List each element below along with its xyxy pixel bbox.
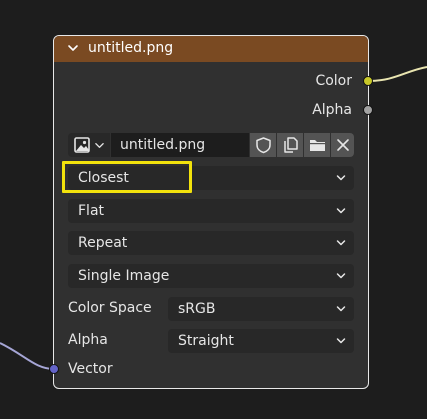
chevron-down-icon [336, 208, 346, 214]
source-value: Single Image [78, 268, 170, 284]
alpha-output-label: Alpha [312, 102, 352, 118]
alpha-output-socket[interactable] [363, 105, 373, 115]
color-output-wire [367, 66, 427, 82]
duplicate-button[interactable] [277, 133, 303, 157]
node-title: untitled.png [88, 40, 174, 56]
node-header[interactable]: untitled.png [54, 36, 368, 62]
image-browse-button[interactable] [68, 133, 110, 157]
source-dropdown[interactable]: Single Image [68, 264, 354, 288]
projection-value: Flat [78, 203, 105, 219]
color-space-dropdown[interactable]: sRGB [168, 297, 354, 321]
projection-dropdown[interactable]: Flat [68, 199, 354, 223]
fake-user-button[interactable] [250, 133, 276, 157]
vector-input-socket[interactable] [49, 364, 59, 374]
close-icon [337, 139, 349, 151]
image-icon [74, 137, 90, 153]
duplicate-icon [284, 137, 298, 153]
chevron-down-icon[interactable] [66, 41, 80, 55]
extension-value: Repeat [78, 235, 128, 251]
alpha-mode-dropdown[interactable]: Straight [168, 329, 354, 353]
alpha-mode-label: Alpha [68, 332, 108, 348]
chevron-down-icon [336, 240, 346, 246]
color-space-label: Color Space [68, 300, 152, 316]
unlink-image-button[interactable] [331, 133, 354, 157]
shield-icon [256, 137, 271, 154]
chevron-down-icon [95, 143, 104, 148]
highlight-box [62, 161, 192, 193]
chevron-down-icon [336, 338, 346, 344]
vector-input-label: Vector [68, 361, 113, 377]
chevron-down-icon [336, 306, 346, 312]
color-space-value: sRGB [178, 301, 216, 317]
color-output-label: Color [315, 73, 352, 89]
open-image-button[interactable] [304, 133, 330, 157]
image-selector: untitled.png [68, 133, 354, 157]
image-name-field[interactable]: untitled.png [111, 133, 249, 157]
alpha-mode-value: Straight [178, 333, 234, 349]
image-texture-node[interactable]: untitled.png Color Alpha untitled.png Cl… [53, 35, 369, 389]
chevron-down-icon [336, 273, 346, 279]
color-output-socket[interactable] [363, 76, 373, 86]
vector-input-wire [0, 342, 55, 370]
chevron-down-icon [336, 175, 346, 181]
extension-dropdown[interactable]: Repeat [68, 231, 354, 255]
folder-icon [310, 140, 325, 151]
